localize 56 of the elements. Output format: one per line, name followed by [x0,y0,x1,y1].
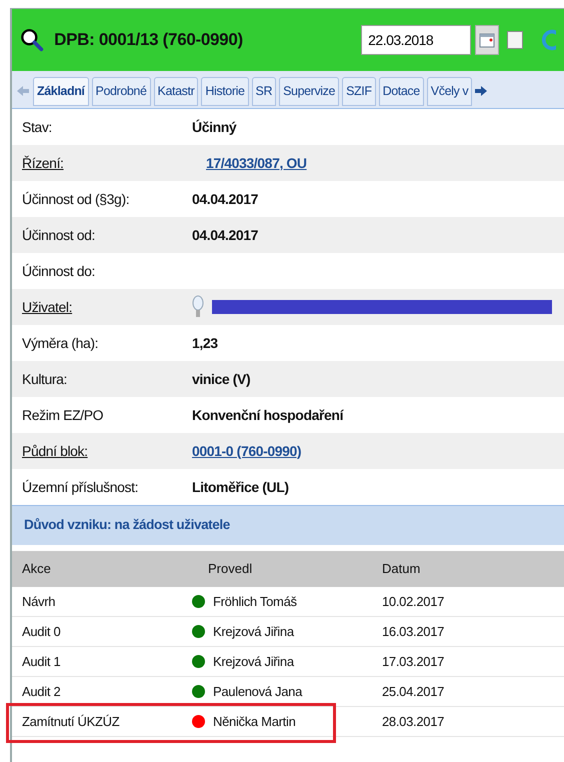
table-cell-text: Audit 1 [21,652,62,671]
column-header: Datum [382,560,420,578]
table-cell-text: Audit 0 [21,622,62,641]
field-label: Účinnost od (§3g): [22,190,130,209]
tab[interactable]: SR [252,77,276,106]
date-field[interactable]: 22.03.2018 [361,25,472,55]
table-cell-text: 28.03.2017 [382,712,444,731]
column-header: Akce [21,560,52,578]
table-cell-text: Něnička Martin [213,712,296,731]
field-value: vinice (V) [192,370,250,389]
field-label-link[interactable]: Řízení: [22,152,192,174]
field-link[interactable]: 0001-0 (760-0990) [192,440,302,462]
record-title: DPB: 0001/13 (760-0990) [54,29,244,52]
tab[interactable]: Podrobné [92,77,151,106]
field-value: Konvenční hospodaření [192,406,344,425]
field-label-link[interactable]: Uživatel: [22,296,192,318]
tab[interactable]: SZIF [342,77,376,106]
table-cell-text: 16.03.2017 [382,622,444,641]
table-cell-text: 25.04.2017 [382,682,444,701]
table-cell-text: Krejzová Jiřina [213,652,294,671]
reason-text: Důvod vzniku: na žádost uživatele [24,516,230,534]
tab[interactable]: Historie [201,77,249,106]
field-value: 1,23 [192,334,218,352]
field-label: Územní příslušnost: [22,478,140,497]
calendar-icon [479,32,496,48]
tab[interactable]: Dotace [378,77,424,106]
field-label: Režim EZ/PO [22,406,104,424]
table-cell-text: Zamítnutí ÚKZÚZ [21,712,120,731]
search-icon[interactable] [20,27,44,53]
field-value: Účinný [192,118,236,137]
table-cell-text: 17.03.2017 [382,652,444,671]
tab[interactable]: Včely v [426,77,472,106]
table-cell-text: Audit 2 [21,682,62,701]
checkbox[interactable] [507,31,524,49]
right-arrow-icon[interactable] [475,84,488,98]
tab[interactable]: Základní [33,77,89,106]
column-header: Provedl [207,560,254,578]
tab[interactable]: Supervize [279,77,340,106]
tab[interactable]: Katastr [154,77,198,106]
field-value: 04.04.2017 [192,190,258,208]
field-label: Účinnost do: [22,262,96,280]
table-cell-text: Krejzová Jiřina [213,622,294,641]
field-link[interactable]: 17/4033/087, OU [206,152,307,174]
table-cell-text: Paulenová Jana [213,682,302,701]
table-cell-text: Návrh [21,592,56,611]
field-value: Litoměřice (UL) [192,478,289,497]
field-label: Účinnost od: [22,226,96,244]
field-label-link[interactable]: Půdní blok: [22,440,192,462]
table-cell-text: Fröhlich Tomáš [213,592,297,611]
field-label: Výměra (ha): [22,334,100,353]
calendar-button[interactable] [475,25,500,55]
field-label: Stav: [22,118,53,136]
lightbulb-icon [192,295,204,319]
field-label: Kultura: [22,370,68,388]
field-value: 04.04.2017 [192,226,258,244]
table-cell-text: 10.02.2017 [382,592,444,611]
